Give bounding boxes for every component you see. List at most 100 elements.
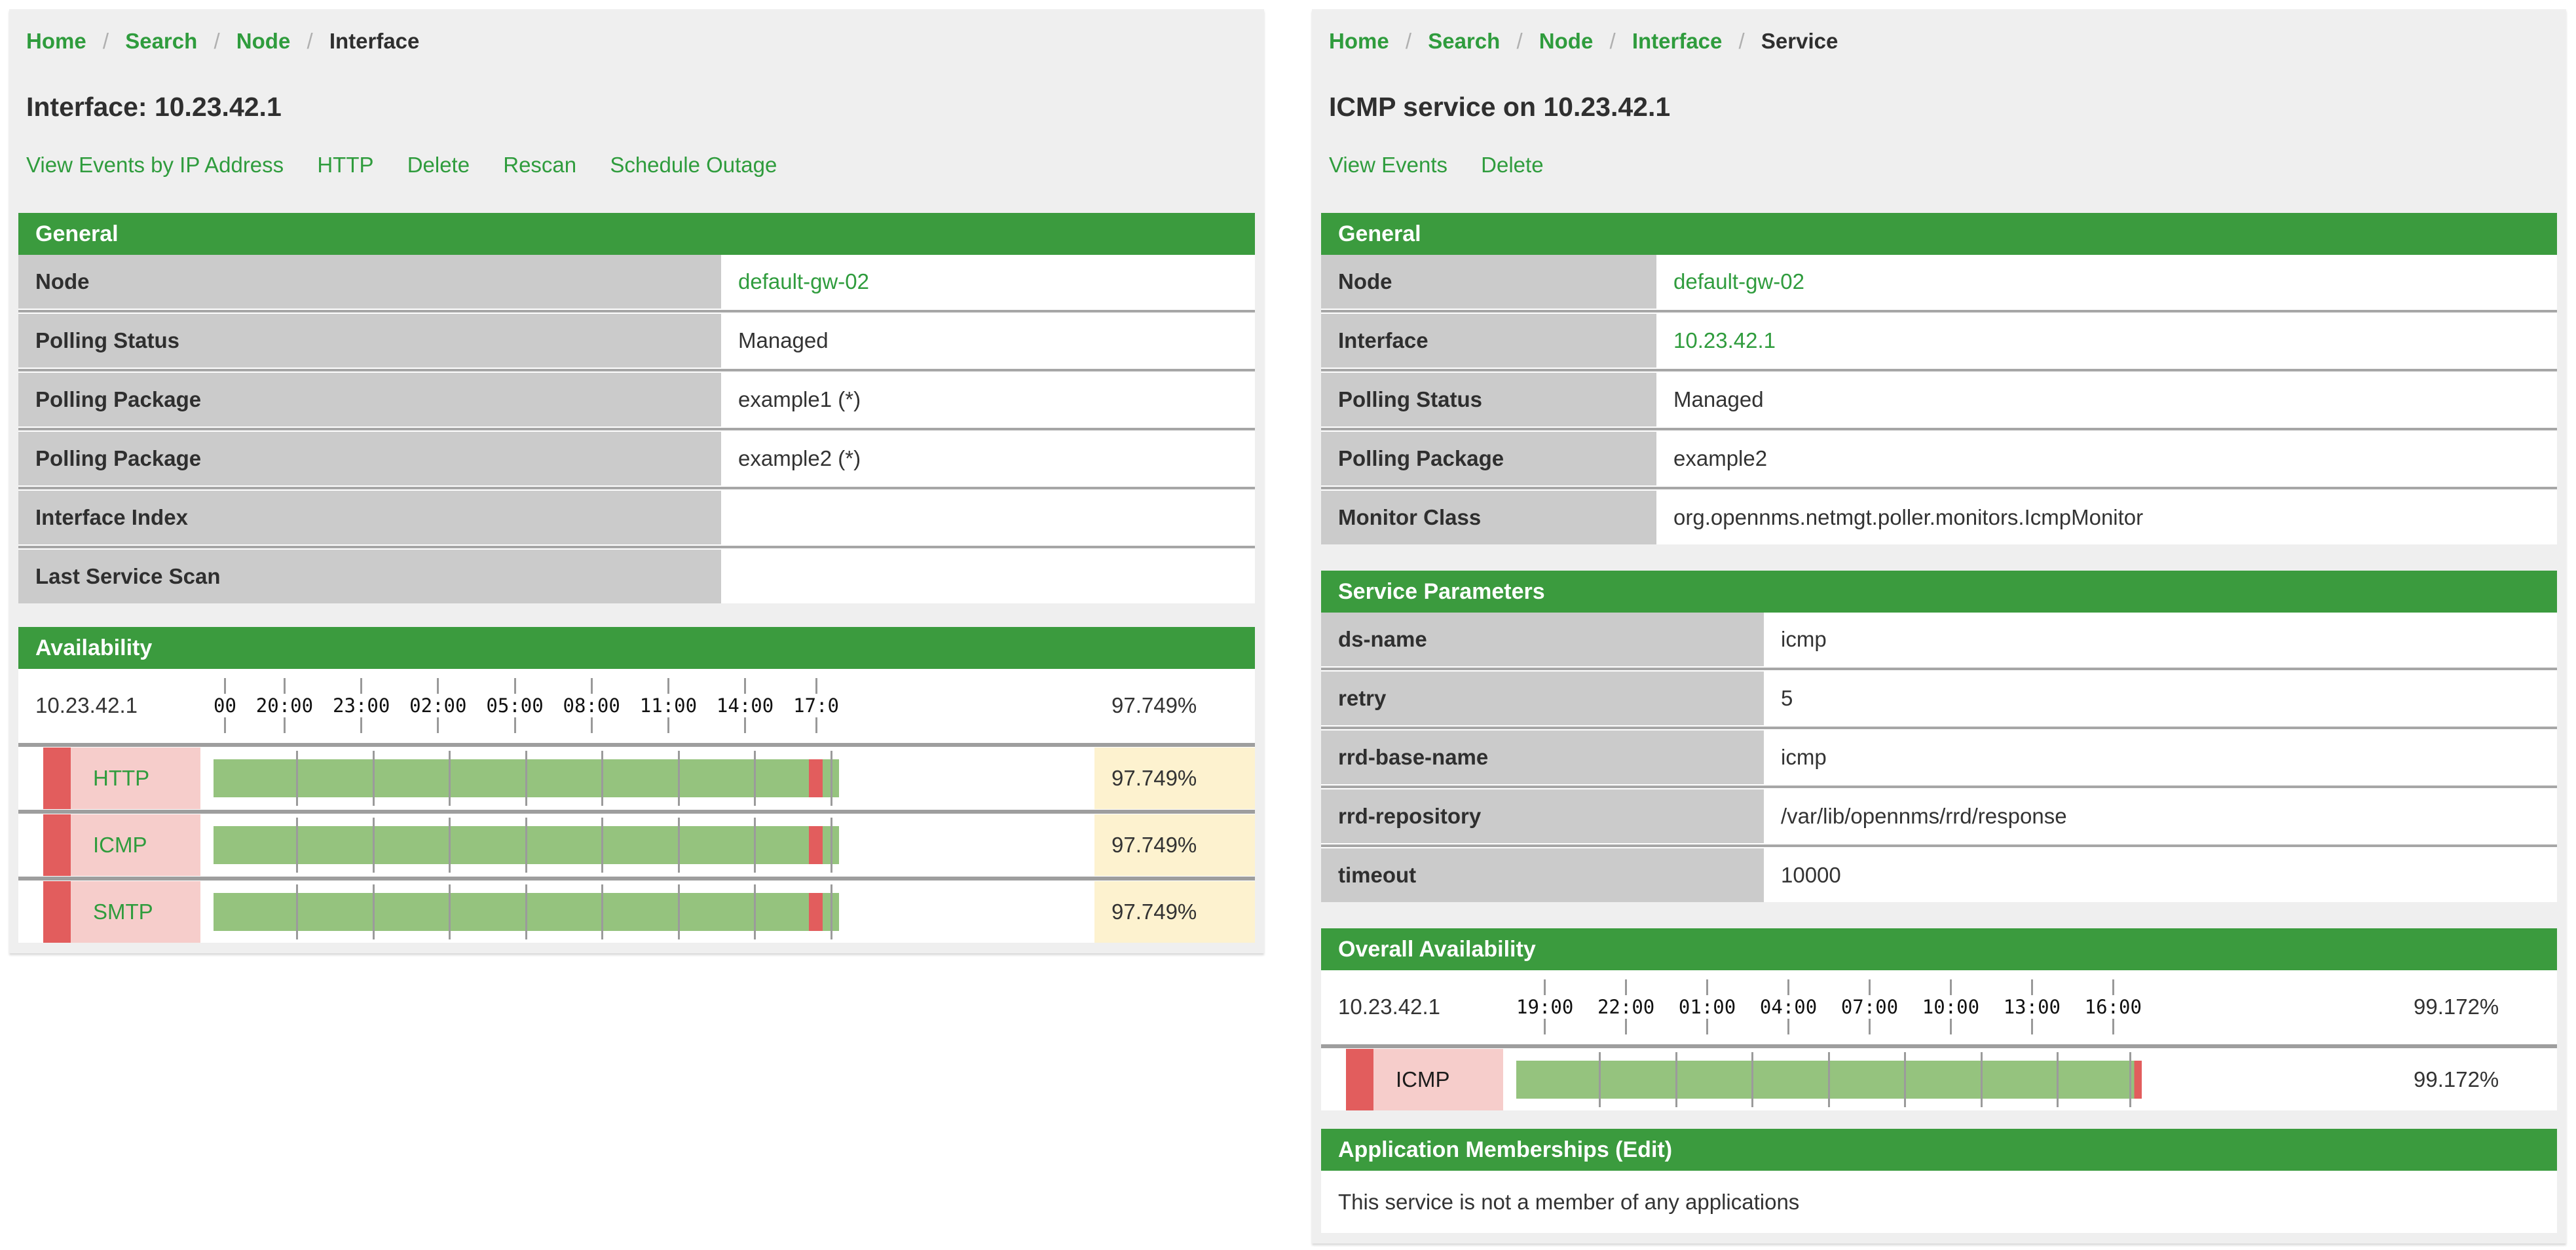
- service-name-cell: SMTP: [71, 881, 200, 943]
- service-availability-value: 97.749%: [1094, 748, 1255, 809]
- row-label: Interface Index: [18, 491, 721, 544]
- table-row: Node default-gw-02: [1321, 255, 2557, 309]
- outage-indicator: [43, 814, 71, 876]
- service-icmp-link[interactable]: ICMP: [93, 833, 147, 858]
- service-availability-row: ICMP 97.749%: [18, 814, 1255, 876]
- row-value: [721, 550, 1255, 603]
- row-divider: [1321, 426, 2557, 432]
- row-value: example1 (*): [721, 373, 1255, 426]
- row-value: /var/lib/opennms/rrd/response: [1764, 789, 2557, 843]
- row-value: default-gw-02: [1656, 255, 2557, 309]
- row-label: timeout: [1321, 848, 1764, 902]
- row-divider: [1321, 666, 2557, 672]
- delete-link[interactable]: Delete: [407, 153, 470, 177]
- breadcrumb-search[interactable]: Search: [125, 29, 197, 53]
- row-value: [721, 491, 1255, 544]
- row-divider: [1321, 843, 2557, 848]
- service-parameters-header: Service Parameters: [1321, 571, 2557, 613]
- service-smtp-link[interactable]: SMTP: [93, 900, 153, 924]
- row-label: Node: [1321, 255, 1656, 309]
- general-table: General Node default-gw-02 Interface 10.…: [1321, 213, 2557, 544]
- row-divider: [18, 309, 1255, 314]
- breadcrumb-node[interactable]: Node: [236, 29, 291, 53]
- view-events-link[interactable]: View Events: [1329, 153, 1447, 177]
- row-divider: [18, 876, 1255, 881]
- breadcrumb-separator: /: [1739, 29, 1745, 53]
- service-availability-row: HTTP 97.749%: [18, 748, 1255, 809]
- axis-tick: 23:00: [333, 678, 390, 733]
- node-link[interactable]: default-gw-02: [1673, 269, 1804, 294]
- row-label: retry: [1321, 672, 1764, 725]
- breadcrumb-interface[interactable]: Interface: [1632, 29, 1723, 53]
- breadcrumb-search[interactable]: Search: [1428, 29, 1500, 53]
- axis-tick: 17:0: [793, 678, 839, 733]
- breadcrumb-separator: /: [1406, 29, 1411, 53]
- row-label: Polling Status: [1321, 373, 1656, 426]
- delete-link[interactable]: Delete: [1481, 153, 1543, 177]
- breadcrumb-node[interactable]: Node: [1539, 29, 1594, 53]
- table-row: Polling Package example2: [1321, 432, 2557, 485]
- table-row: Monitor Class org.opennms.netmgt.poller.…: [1321, 491, 2557, 544]
- row-value: Managed: [721, 314, 1255, 368]
- row-label: Node: [18, 255, 721, 309]
- row-value: icmp: [1764, 613, 2557, 666]
- table-row: Last Service Scan: [18, 550, 1255, 603]
- axis-tick: 00: [214, 678, 236, 733]
- row-divider: [18, 485, 1255, 491]
- row-label: Monitor Class: [1321, 491, 1656, 544]
- row-divider: [18, 742, 1255, 748]
- service-availability-row: SMTP 97.749%: [18, 881, 1255, 943]
- service-http-link[interactable]: HTTP: [93, 766, 149, 791]
- availability-axis-row: 10.23.42.1 19:00 22:00 01:00 04:00 07:00…: [1321, 970, 2557, 1044]
- table-row: Polling Package example2 (*): [18, 432, 1255, 485]
- breadcrumb-home[interactable]: Home: [1329, 29, 1389, 53]
- row-divider: [1321, 309, 2557, 314]
- axis-tick: 01:00: [1679, 979, 1736, 1034]
- general-table-header: General: [18, 213, 1255, 255]
- schedule-outage-link[interactable]: Schedule Outage: [610, 153, 777, 177]
- spacer: [200, 881, 214, 943]
- availability-table: Availability 10.23.42.1 00 20:00 23:00 0…: [18, 627, 1255, 943]
- availability-bar-area: [214, 814, 839, 876]
- row-label: Last Service Scan: [18, 550, 721, 603]
- overall-availability-header: Overall Availability: [1321, 928, 2557, 970]
- availability-bar: [214, 826, 839, 864]
- table-row: retry 5: [1321, 672, 2557, 725]
- axis-tick: 19:00: [1516, 979, 1573, 1034]
- row-value: 5: [1764, 672, 2557, 725]
- row-value: org.opennms.netmgt.poller.monitors.IcmpM…: [1656, 491, 2557, 544]
- overall-availability-table: Overall Availability 10.23.42.1 19:00 22…: [1321, 928, 2557, 1110]
- interface-link[interactable]: 10.23.42.1: [1673, 328, 1776, 353]
- table-row: Node default-gw-02: [18, 255, 1255, 309]
- axis-tick: 04:00: [1760, 979, 1817, 1034]
- node-link[interactable]: default-gw-02: [738, 269, 869, 294]
- breadcrumb-separator: /: [1609, 29, 1615, 53]
- breadcrumb-home[interactable]: Home: [26, 29, 86, 53]
- axis-tick: 14:00: [717, 678, 774, 733]
- availability-bar: [214, 893, 839, 931]
- spacer: [1503, 1049, 1516, 1110]
- spacer: [1503, 970, 1516, 1044]
- row-label: Interface: [1321, 314, 1656, 368]
- axis-tick: 11:00: [640, 678, 697, 733]
- row-value: 10.23.42.1: [1656, 314, 2557, 368]
- time-axis: 00 20:00 23:00 02:00 05:00 08:00 11:00 1…: [214, 669, 839, 742]
- axis-tick: 10:00: [1922, 979, 1979, 1034]
- availability-bar-area: [214, 881, 839, 943]
- rescan-link[interactable]: Rescan: [503, 153, 576, 177]
- breadcrumb-separator: /: [103, 29, 109, 53]
- outage-indicator: [43, 881, 71, 943]
- http-link[interactable]: HTTP: [317, 153, 373, 177]
- table-row: Polling Package example1 (*): [18, 373, 1255, 426]
- row-divider: [18, 809, 1255, 814]
- row-value: 10000: [1764, 848, 2557, 902]
- availability-bar-area: [1516, 1049, 2142, 1110]
- row-divider: [18, 426, 1255, 432]
- row-divider: [1321, 784, 2557, 789]
- overall-availability-value: 99.172%: [2397, 970, 2557, 1044]
- axis-tick: 16:00: [2085, 979, 2142, 1034]
- interface-panel: Home / Search / Node / Interface Interfa…: [9, 9, 1264, 953]
- view-events-by-ip-link[interactable]: View Events by IP Address: [26, 153, 284, 177]
- application-memberships-header[interactable]: Application Memberships (Edit): [1321, 1129, 2557, 1171]
- service-icmp-label: ICMP: [1396, 1067, 1450, 1092]
